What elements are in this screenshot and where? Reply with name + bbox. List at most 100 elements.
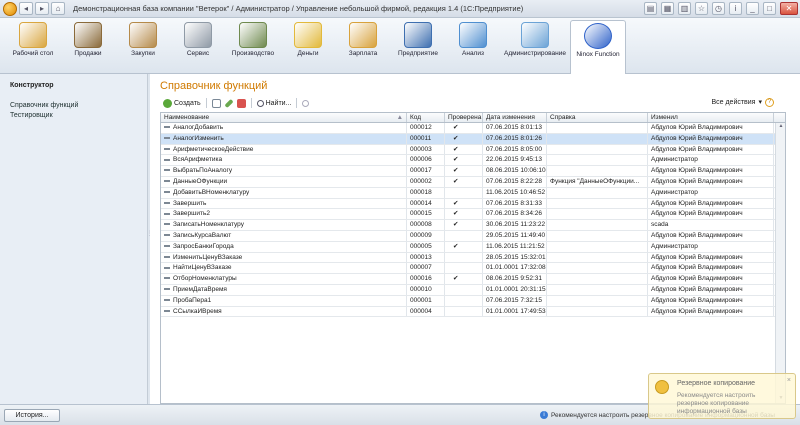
table-row[interactable]: ПриемДатаВремя 000010 01.01.0001 20:31:15 А… [161,284,785,296]
home-icon[interactable]: ⌂ [51,2,65,15]
cell-code: 000006 [407,155,445,166]
section-money[interactable]: Деньги [280,20,336,72]
cell-code: 000013 [407,252,445,263]
all-actions-label: Все действия [711,98,756,106]
table-row[interactable]: ПробаПера1 000001 07.06.2015 7:32:15 Абдуло… [161,295,785,307]
edit-button[interactable] [224,97,234,109]
section-ninox[interactable]: Ninox Function [570,20,626,74]
section-service[interactable]: Сервис [170,20,226,72]
cell-name: ЗаписьКурсаВалют [161,230,407,241]
copy-icon[interactable]: ▤ [644,2,657,15]
column-header-help[interactable]: Справка [547,113,648,122]
table-row[interactable]: ИзменитьЦенуВЗаказе 000013 28.05.2015 15:3… [161,252,785,264]
table-row[interactable]: ЗапросБанкиГорода 000005 ✔ 11.06.2015 11:21… [161,241,785,253]
section-administration[interactable]: Администрирование [503,20,567,72]
column-header-date[interactable]: Дата изменения [483,113,547,122]
scroll-up-icon[interactable]: ▲ [776,123,785,131]
section-analysis[interactable]: Анализ [445,20,501,72]
cell-help [547,123,648,133]
cell-checked [445,295,483,306]
cell-code: 000009 [407,230,445,241]
create-button[interactable]: Создать [160,97,204,109]
history-button[interactable]: История... [4,409,60,422]
section-enterprise[interactable]: Предприятие [390,20,446,72]
calculator-icon[interactable]: ▥ [678,2,691,15]
table-row[interactable]: ССылкаИВремя 000004 01.01.0001 17:49:53 Абд… [161,306,785,318]
find-label: Найти... [265,99,292,107]
item-icon [164,299,170,302]
column-header-modified-by[interactable]: Изменил [648,113,774,122]
sort-icon: ▲ [396,114,403,121]
minimize-icon[interactable]: _ [746,2,759,15]
cell-modified-by: Абдулов Юрий Владимирович [648,295,774,306]
cell-text: Завершить [173,199,207,207]
nav-link-tester[interactable]: Тестировщик [10,112,147,119]
section-purchases[interactable]: Закупки [115,20,171,72]
table-row[interactable]: АналогИзменить 000011 ✔ 07.06.2015 8:01:26 А… [161,133,785,145]
table-row[interactable]: ВсяАрифметика 000006 ✔ 22.06.2015 9:45:13 Ад… [161,155,785,167]
calendar-icon[interactable]: ▦ [661,2,674,15]
forward-icon[interactable]: ▸ [35,2,49,15]
section-label: Ninox Function [576,51,620,58]
table-row[interactable]: ДобавитьВНоменклатуру 000018 11.06.2015 10… [161,187,785,199]
analysis-icon [459,22,487,48]
table-row[interactable]: НайтиЦенуВЗаказе 000007 01.01.0001 17:32:0… [161,263,785,275]
cell-name: ВсяАрифметика [161,155,407,166]
column-header-code[interactable]: Код [407,113,445,122]
table-row[interactable]: ОтборНоменклатуры 000016 ✔ 08.06.2015 9:52:… [161,274,785,285]
cell-code: 000011 [407,133,445,144]
delete-button[interactable] [234,97,249,109]
cell-code: 000012 [407,123,445,133]
backup-notification[interactable]: Резервное копирование Рекомендуется наст… [648,373,796,419]
cell-code: 000010 [407,284,445,295]
cell-text: ЗаписьКурсаВалют [173,231,232,239]
table-row[interactable]: Завершить 000014 ✔ 07.06.2015 8:31:33 Абдуло… [161,198,785,210]
table-row[interactable]: АналогДобавить 000012 ✔ 07.06.2015 8:01:13 А… [161,123,785,134]
cell-name: АналогДобавить [161,123,407,133]
nav-link-functions[interactable]: Справочник функций [10,102,147,109]
table-row[interactable]: АрифметическоеДействие 000003 ✔ 07.06.2015 … [161,144,785,156]
maximize-icon[interactable]: □ [763,2,776,15]
section-label: Производство [231,50,275,57]
column-header-name[interactable]: Наименование ▲ [161,113,407,122]
cell-help [547,166,648,176]
all-actions-menu[interactable]: Все действия ▾ ? [711,96,774,108]
toolbar-separator [296,98,298,108]
close-icon[interactable]: ✕ [780,2,798,15]
table-row[interactable]: Завершить2 000015 ✔ 07.06.2015 8:34:26 Абдул… [161,209,785,221]
item-icon [164,169,170,172]
title-bar: ◂ ▸ ⌂ Демонстрационная база компании "Ве… [0,0,800,18]
table-row[interactable]: ВыбратьПоАналогу 000017 ✔ 08.06.2015 10:06:… [161,166,785,177]
notification-title: Резервное копирование [677,380,756,387]
info-icon[interactable]: i [729,2,742,15]
cell-modified-by: Абдулов Юрий Владимирович [648,284,774,295]
vertical-scrollbar[interactable]: ▲ ▼ [775,123,785,403]
section-sales[interactable]: Продажи [60,20,116,72]
cell-checked: ✔ [445,274,483,284]
back-icon[interactable]: ◂ [19,2,33,15]
purchases-icon [129,22,157,48]
cell-help [547,198,648,209]
app-logo-icon[interactable] [3,1,17,16]
copy-button[interactable] [209,97,224,109]
table-row[interactable]: ЗаписатьНоменклатуру 000008 ✔ 30.06.2015 11… [161,220,785,231]
column-header-checked[interactable]: Проверена [445,113,483,122]
section-desktop[interactable]: Рабочий стол [5,20,61,72]
table-row[interactable]: ЗаписьКурсаВалют 000009 29.05.2015 11:49:4… [161,230,785,242]
find-button[interactable]: Найти... [254,97,295,109]
item-icon [164,223,170,226]
cancel-search-button[interactable] [299,97,312,109]
section-salary[interactable]: Зарплата [335,20,391,72]
history-icon[interactable]: ◷ [712,2,725,15]
form-area: Справочник функций Создать Найти... Все … [150,74,800,404]
functions-table[interactable]: Наименование ▲ Код Проверена Дата изменен… [160,112,786,404]
notification-close-icon[interactable]: × [787,377,791,384]
cell-name: ЗаписатьНоменклатуру [161,220,407,230]
help-icon[interactable]: ? [765,97,774,107]
table-row[interactable]: ДанныеОФункции 000002 ✔ 07.06.2015 8:22:28 Ф… [161,176,785,188]
item-icon [164,245,170,248]
cell-text: НайтиЦенуВЗаказе [173,264,232,272]
star-icon[interactable]: ☆ [695,2,708,15]
section-production[interactable]: Производство [225,20,281,72]
cell-name: ЗапросБанкиГорода [161,241,407,252]
